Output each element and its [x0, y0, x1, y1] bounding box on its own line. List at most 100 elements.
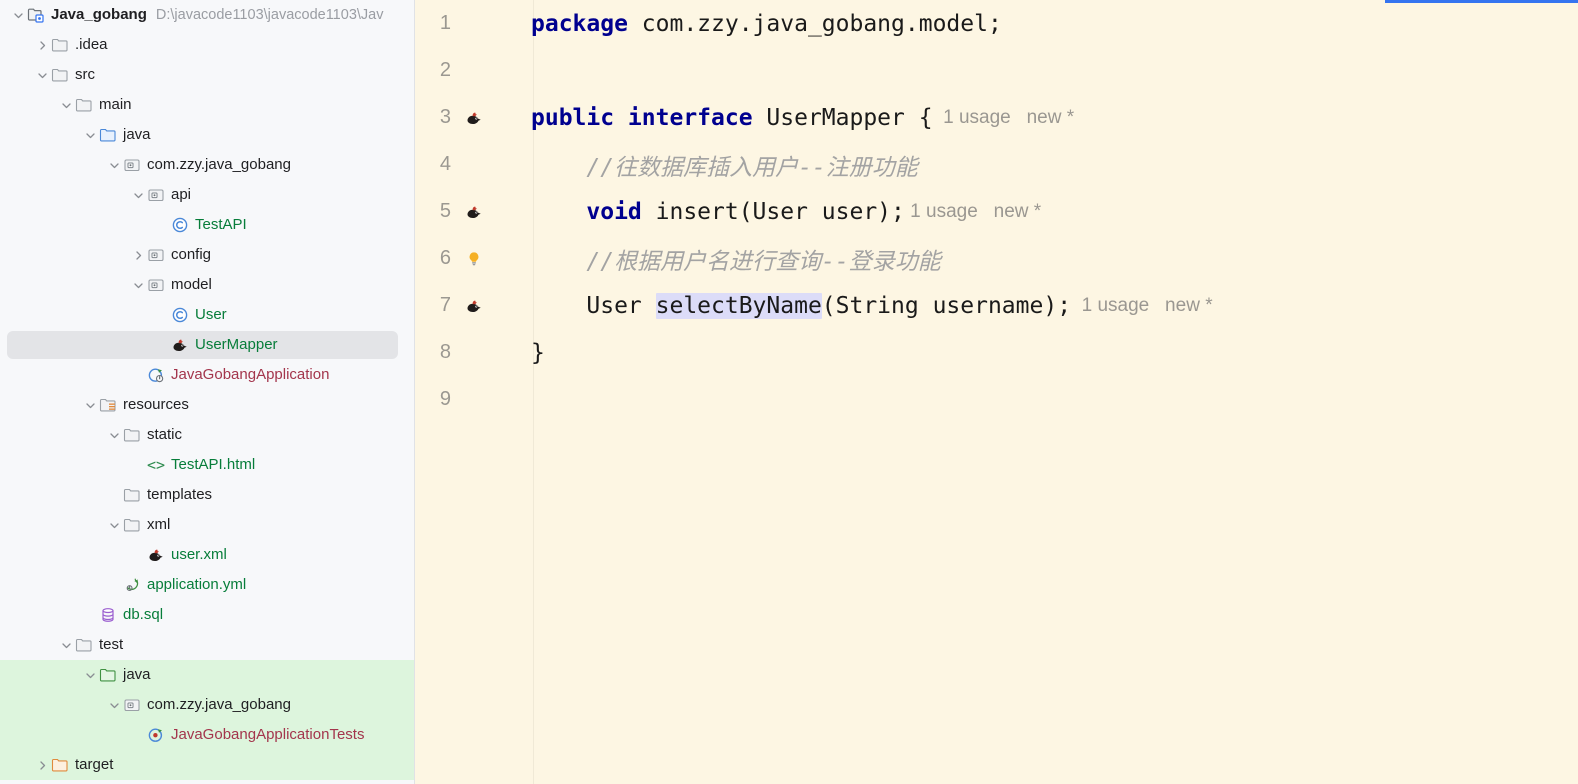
chevron-down-icon[interactable] — [34, 67, 50, 83]
folder-icon — [50, 36, 70, 54]
tree-item-com-zzy-java-gobang[interactable]: com.zzy.java_gobang — [0, 150, 414, 180]
tree-item-content: TestAPI — [0, 216, 247, 234]
code-area[interactable]: 1 package com.zzy.java_gobang.model; 2 3 pub… — [415, 0, 1578, 423]
tree-item-label: xml — [147, 516, 171, 533]
folder-icon — [74, 636, 94, 654]
spring-boot-run-icon — [146, 366, 166, 384]
tree-item-user-xml[interactable]: user.xml — [0, 540, 414, 570]
tree-item-idea[interactable]: .idea — [0, 30, 414, 60]
java-class-icon — [170, 306, 190, 324]
code-token: com.zzy.java_gobang.model; — [627, 10, 1002, 37]
tree-item-label: resources — [123, 396, 189, 413]
tree-item-java[interactable]: java — [0, 660, 414, 690]
tree-item-label: TestAPI — [195, 216, 247, 233]
tree-item-main[interactable]: main — [0, 90, 414, 120]
code-line[interactable]: 9 — [415, 376, 1578, 423]
project-tree[interactable]: Java_gobang D:\javacode1103\javacode1103\… — [0, 0, 414, 780]
tree-item-java-gobang[interactable]: Java_gobang D:\javacode1103\javacode1103\… — [0, 0, 414, 30]
mybatis-mapper-icon — [170, 336, 190, 354]
tree-item-testapi-html[interactable]: <> TestAPI.html — [0, 450, 414, 480]
package-icon — [122, 156, 142, 174]
tree-item-db-sql[interactable]: db.sql — [0, 600, 414, 630]
project-tool-window[interactable]: Java_gobang D:\javacode1103\javacode1103\… — [0, 0, 415, 784]
code-line[interactable]: 6 //根据用户名进行查询--登录功能 — [415, 235, 1578, 282]
code-line[interactable]: 7 User selectByName (String username); 1 … — [415, 282, 1578, 329]
chevron-down-icon[interactable] — [82, 667, 98, 683]
tree-item-templates[interactable]: templates — [0, 480, 414, 510]
tree-item-content: src — [0, 66, 95, 84]
line-number: 9 — [439, 388, 451, 410]
sql-file-icon — [98, 606, 118, 624]
tree-item-java[interactable]: java — [0, 120, 414, 150]
chevron-down-icon[interactable] — [58, 97, 74, 113]
chevron-down-icon[interactable] — [82, 397, 98, 413]
line-number: 7 — [439, 294, 451, 316]
project-path-label: D:\javacode1103\javacode1103\Jav — [155, 7, 384, 23]
mybatis-mapper-icon — [146, 546, 166, 564]
tree-item-model[interactable]: model — [0, 270, 414, 300]
code-line[interactable]: 3 public interface UserMapper { 1 usage n… — [415, 94, 1578, 141]
chevron-down-icon[interactable] — [106, 517, 122, 533]
tree-item-javagobangapplication[interactable]: JavaGobangApplication — [0, 360, 414, 390]
tree-item-xml[interactable]: xml — [0, 510, 414, 540]
tree-item-content: JavaGobangApplicationTests — [0, 726, 364, 744]
tree-item-label: src — [75, 66, 95, 83]
code-line[interactable]: 1 package com.zzy.java_gobang.model; — [415, 0, 1578, 47]
tree-item-api[interactable]: api — [0, 180, 414, 210]
chevron-down-icon[interactable] — [58, 637, 74, 653]
chevron-down-icon[interactable] — [130, 277, 146, 293]
code-line[interactable]: 5 void insert(User user); 1 usage new * — [415, 188, 1578, 235]
tree-item-testapi[interactable]: TestAPI — [0, 210, 414, 240]
chevron-down-icon[interactable] — [106, 697, 122, 713]
folder-icon — [122, 486, 142, 504]
code-line[interactable]: 8} — [415, 329, 1578, 376]
source-root-folder-icon — [98, 126, 118, 144]
tree-item-label: TestAPI.html — [171, 456, 256, 473]
tree-item-resources[interactable]: resources — [0, 390, 414, 420]
tree-item-static[interactable]: static — [0, 420, 414, 450]
inlay-hint: 1 usage — [1071, 294, 1150, 316]
tree-item-content: main — [0, 96, 132, 114]
chevron-down-icon[interactable] — [82, 127, 98, 143]
chevron-down-icon[interactable] — [10, 7, 26, 23]
tree-item-label: java — [123, 126, 151, 143]
line-number: 4 — [439, 153, 451, 175]
tree-item-label: static — [147, 426, 183, 443]
tree-item-usermapper[interactable]: UserMapper — [0, 330, 414, 360]
mybatis-mapper-icon[interactable] — [451, 297, 525, 315]
tree-item-content: application.yml — [0, 576, 246, 594]
chevron-down-icon[interactable] — [106, 427, 122, 443]
tree-item-content: xml — [0, 516, 170, 534]
chevron-right-icon[interactable] — [130, 247, 146, 263]
mybatis-mapper-icon[interactable] — [451, 203, 525, 221]
code-line[interactable]: 2 — [415, 47, 1578, 94]
chevron-right-icon[interactable] — [34, 37, 50, 53]
code-editor[interactable]: 1 package com.zzy.java_gobang.model; 2 3 pub… — [415, 0, 1578, 784]
tree-item-content: UserMapper — [0, 336, 278, 354]
package-icon — [146, 246, 166, 264]
tree-item-user[interactable]: User — [0, 300, 414, 330]
tree-item-com-zzy-java-gobang[interactable]: com.zzy.java_gobang — [0, 690, 414, 720]
inlay-hint: new * — [1010, 106, 1075, 128]
chevron-right-icon[interactable] — [34, 757, 50, 773]
excluded-folder-icon — [50, 756, 70, 774]
folder-icon — [122, 426, 142, 444]
code-line[interactable]: 4 //往数据库插入用户--注册功能 — [415, 141, 1578, 188]
tree-item-test[interactable]: test — [0, 630, 414, 660]
chevron-down-icon[interactable] — [130, 187, 146, 203]
tree-item-content: User — [0, 306, 227, 324]
tree-item-target[interactable]: target — [0, 750, 414, 780]
tree-item-javagobangapplicationtests[interactable]: JavaGobangApplicationTests — [0, 720, 414, 750]
tree-item-src[interactable]: src — [0, 60, 414, 90]
java-class-icon — [170, 216, 190, 234]
chevron-down-icon[interactable] — [106, 157, 122, 173]
tree-item-label: .idea — [75, 36, 108, 53]
resources-root-folder-icon — [98, 396, 118, 414]
tree-item-application-yml[interactable]: application.yml — [0, 570, 414, 600]
intention-bulb-icon[interactable] — [451, 250, 525, 268]
tree-item-label: api — [171, 186, 192, 203]
tree-item-label: JavaGobangApplicationTests — [171, 726, 365, 743]
mybatis-mapper-icon[interactable] — [451, 109, 525, 127]
tree-item-label: UserMapper — [195, 336, 278, 353]
tree-item-config[interactable]: config — [0, 240, 414, 270]
